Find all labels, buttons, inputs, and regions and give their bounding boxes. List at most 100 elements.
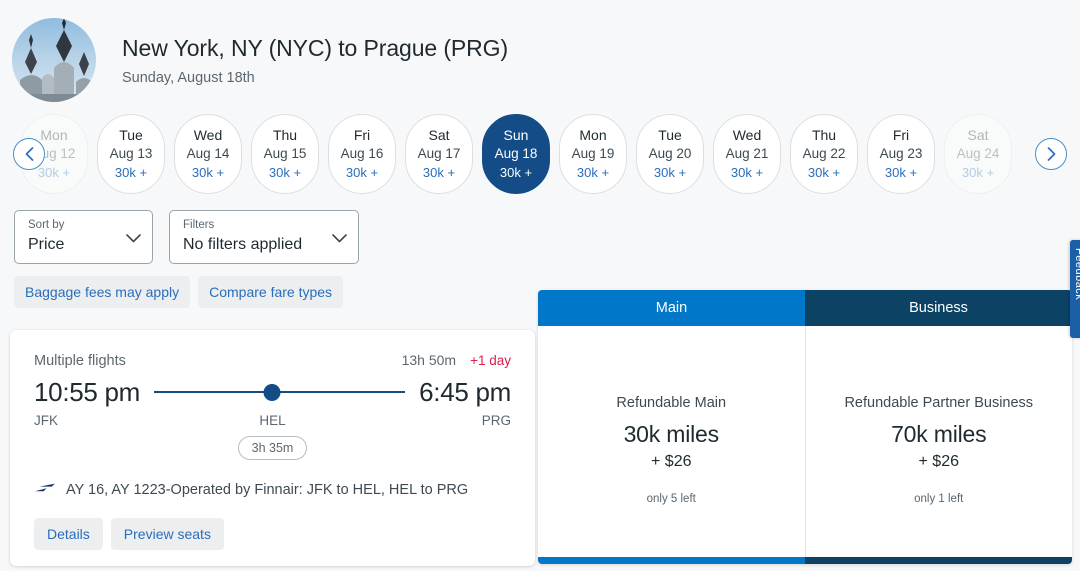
multiple-flights-label: Multiple flights [34, 353, 126, 369]
fare-footer-business [805, 557, 1072, 564]
flight-card-actions: Details Preview seats [34, 518, 511, 550]
date-pill-dom: Aug 23 [879, 146, 923, 161]
flight-result-card[interactable]: Multiple flights 13h 50m +1 day 10:55 pm… [10, 330, 535, 566]
date-pill-aug-22[interactable]: Thu Aug 22 30k + [790, 114, 858, 194]
date-pill-dow: Tue [658, 127, 682, 143]
fare-column-body: Refundable Main 30k miles + $26 only 5 left… [538, 326, 1072, 557]
date-pill-dom: Aug 16 [340, 146, 384, 161]
origin-code: JFK [34, 413, 59, 428]
date-pill-dom: Aug 20 [648, 146, 692, 161]
date-pill-price: 30k + [499, 165, 533, 180]
date-pill-dom: Aug 15 [263, 146, 307, 161]
chevron-down-icon [332, 230, 347, 248]
feedback-tab[interactable]: Feedback [1070, 240, 1080, 338]
operator-text: AY 16, AY 1223-Operated by Finnair: JFK … [66, 482, 469, 498]
fare-option-business[interactable]: Refundable Partner Business 70k miles + $2… [804, 326, 1073, 557]
date-pill-aug-23[interactable]: Fri Aug 23 30k + [867, 114, 935, 194]
date-pill-aug-24[interactable]: Sat Aug 24 30k + [944, 114, 1012, 194]
date-pill-dow: Tue [119, 127, 143, 143]
flight-duration: 13h 50m [401, 352, 457, 368]
fare-footer-main [538, 557, 805, 564]
prague-skyline-illustration [12, 18, 96, 102]
date-pill-aug-18[interactable]: Sun Aug 18 30k + [482, 114, 550, 194]
date-pill-dow: Fri [353, 127, 371, 143]
baggage-fees-link[interactable]: Baggage fees may apply [14, 276, 191, 308]
date-pill-list: Mon Aug 12 30k + Tue Aug 13 30k + Wed Aug 14 30k… [8, 104, 1080, 204]
date-pill-price: 30k + [191, 165, 225, 180]
filters-value: No filters applied [183, 236, 303, 253]
date-pill-dow: Thu [272, 127, 298, 143]
date-pill-dom: Aug 21 [725, 146, 769, 161]
airline-logo-icon [34, 481, 56, 499]
day-offset-badge: +1 day [470, 353, 511, 368]
date-pill-price: 30k + [884, 165, 918, 180]
fare-cash: + $26 [918, 453, 959, 470]
date-pill-dow: Sun [503, 127, 529, 143]
sort-by-select[interactable]: Sort by Price [14, 210, 153, 264]
date-pill-aug-20[interactable]: Tue Aug 20 30k + [636, 114, 704, 194]
fare-header-business[interactable]: Business [805, 290, 1072, 326]
fare-seats-left: only 1 left [914, 493, 964, 505]
date-pill-price: 30k + [268, 165, 302, 180]
date-pill-aug-17[interactable]: Sat Aug 17 30k + [405, 114, 473, 194]
fare-seats-left: only 5 left [646, 493, 696, 505]
date-pill-dow: Mon [40, 127, 68, 143]
date-pill-dow: Sat [428, 127, 450, 143]
destination-photo [12, 18, 96, 102]
date-pill-dom: Aug 17 [417, 146, 461, 161]
departure-time: 10:55 pm [34, 377, 141, 407]
date-pill-dom: Aug 18 [494, 146, 538, 161]
date-pill-aug-19[interactable]: Mon Aug 19 30k + [559, 114, 627, 194]
header-text-block: New York, NY (NYC) to Prague (PRG) Sunda… [122, 34, 508, 87]
layover-row: 3h 35m [34, 436, 511, 460]
fare-miles: 30k miles [623, 421, 720, 447]
filter-controls-row: Sort by Price Filters No filters applied [0, 204, 1080, 264]
filters-select[interactable]: Filters No filters applied [169, 210, 359, 264]
layover-duration-badge: 3h 35m [237, 436, 308, 460]
sort-by-label: Sort by [28, 219, 65, 231]
feedback-tab-label: Feedback [1073, 248, 1080, 301]
sort-by-value: Price [28, 236, 65, 253]
stop-dot-icon [263, 383, 281, 401]
date-pill-dow: Thu [811, 127, 837, 143]
date-pill-aug-16[interactable]: Fri Aug 16 30k + [328, 114, 396, 194]
date-carousel: Mon Aug 12 30k + Tue Aug 13 30k + Wed Aug 14 30k… [0, 104, 1080, 204]
page-subtitle: Sunday, August 18th [122, 69, 255, 86]
fare-miles: 70k miles [891, 421, 987, 447]
date-pill-dom: Aug 24 [956, 146, 1000, 161]
carousel-prev-button[interactable] [13, 138, 45, 170]
preview-seats-button[interactable]: Preview seats [110, 518, 224, 550]
date-pill-aug-15[interactable]: Thu Aug 15 30k + [251, 114, 319, 194]
fare-cash: + $26 [651, 453, 692, 470]
carousel-next-button[interactable] [1035, 138, 1067, 170]
date-pill-aug-14[interactable]: Wed Aug 14 30k + [174, 114, 242, 194]
fare-header-main[interactable]: Main [538, 290, 805, 326]
date-pill-dow: Fri [892, 127, 910, 143]
details-button[interactable]: Details [34, 518, 103, 550]
date-pill-price: 30k + [114, 165, 148, 180]
airport-codes-row: JFK HEL PRG [34, 413, 511, 428]
date-pill-price: 30k + [653, 165, 687, 180]
date-pill-aug-21[interactable]: Wed Aug 21 30k + [713, 114, 781, 194]
date-pill-price: 30k + [730, 165, 764, 180]
stop-code: HEL [259, 413, 286, 428]
chevron-left-icon [25, 147, 33, 161]
fare-panel: Main Business Refundable Main 30k miles + $… [538, 290, 1072, 564]
date-pill-price: 30k + [345, 165, 379, 180]
fare-option-main[interactable]: Refundable Main 30k miles + $26 only 5 left [538, 326, 805, 557]
date-pill-dom: Aug 19 [571, 146, 615, 161]
date-pill-dow: Sat [967, 127, 989, 143]
fare-column-headers: Main Business [538, 290, 1072, 326]
arrival-time: 6:45 pm [419, 377, 511, 407]
fare-column-footers [538, 557, 1072, 564]
date-pill-dow: Wed [193, 127, 223, 143]
chevron-right-icon [1047, 147, 1055, 161]
flight-duration-group: 13h 50m +1 day [402, 352, 511, 368]
timeline-bar [154, 382, 406, 402]
date-pill-dom: Aug 22 [802, 146, 846, 161]
date-pill-aug-13[interactable]: Tue Aug 13 30k + [97, 114, 165, 194]
filters-label: Filters [183, 219, 215, 231]
compare-fare-types-link[interactable]: Compare fare types [198, 276, 344, 308]
date-pill-dow: Mon [579, 127, 607, 143]
flight-timeline: 10:55 pm 6:45 pm [34, 375, 511, 409]
